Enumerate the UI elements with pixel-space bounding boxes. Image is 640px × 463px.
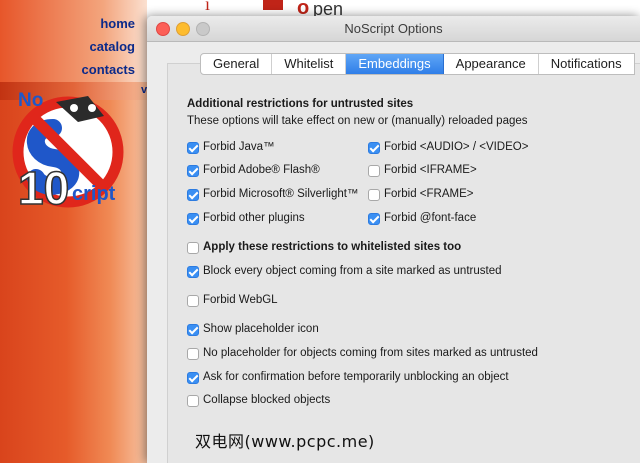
forbid-other-plugins-checkbox[interactable] <box>187 213 199 225</box>
tab-whitelist[interactable]: Whitelist <box>272 54 347 74</box>
forbid-font-face-checkbox[interactable] <box>368 213 380 225</box>
section-description: These options will take effect on new or… <box>187 115 528 127</box>
section-heading: Additional restrictions for untrusted si… <box>187 98 414 110</box>
tab-notifications[interactable]: Notifications <box>539 54 634 74</box>
block-untrusted-objects-checkbox[interactable] <box>187 266 199 278</box>
site-navigation: home catalog contacts <box>82 12 135 81</box>
nav-link-catalog[interactable]: catalog <box>82 35 135 58</box>
nav-link-home[interactable]: home <box>82 12 135 35</box>
collapse-blocked-checkbox[interactable] <box>187 395 199 407</box>
no-placeholder-untrusted-checkbox[interactable] <box>187 348 199 360</box>
forbid-iframe-label: Forbid <IFRAME> <box>384 164 477 176</box>
logo-text-no: No <box>18 90 43 111</box>
tab-appearance[interactable]: Appearance <box>444 54 539 74</box>
show-placeholder-icon-checkbox[interactable] <box>187 324 199 336</box>
options-tab-bar: General Whitelist Embeddings Appearance … <box>200 53 635 75</box>
forbid-iframe-checkbox[interactable] <box>368 165 380 177</box>
show-placeholder-icon-label: Show placeholder icon <box>203 323 319 335</box>
confirm-unblock-label: Ask for confirmation before temporarily … <box>203 371 509 383</box>
watermark-text: 双电网(www.pcpc.me) <box>195 432 375 451</box>
logo-text-cript: cript <box>72 183 116 205</box>
tab-general[interactable]: General <box>201 54 273 74</box>
apply-to-whitelisted-label: Apply these restrictions to whitelisted … <box>203 241 462 253</box>
window-title: NoScript Options <box>344 21 443 36</box>
tab-embeddings[interactable]: Embeddings <box>346 54 444 74</box>
block-untrusted-objects-label: Block every object coming from a site ma… <box>203 265 502 277</box>
forbid-frame-label: Forbid <FRAME> <box>384 188 474 200</box>
forbid-audio-video-checkbox[interactable] <box>368 142 380 154</box>
confirm-unblock-checkbox[interactable] <box>187 372 199 384</box>
svg-text:i: i <box>205 0 210 14</box>
forbid-java-label: Forbid Java™ <box>203 141 275 153</box>
collapse-blocked-label: Collapse blocked objects <box>203 394 331 406</box>
forbid-flash-label: Forbid Adobe® Flash® <box>203 164 320 176</box>
forbid-frame-checkbox[interactable] <box>368 189 380 201</box>
forbid-silverlight-label: Forbid Microsoft® Silverlight™ <box>203 188 359 200</box>
window-titlebar[interactable]: NoScript Options <box>147 16 640 42</box>
nav-link-contacts[interactable]: contacts <box>82 58 135 81</box>
no-placeholder-untrusted-label: No placeholder for objects coming from s… <box>203 347 538 359</box>
forbid-webgl-checkbox[interactable] <box>187 295 199 307</box>
forbid-font-face-label: Forbid @font-face <box>384 212 477 224</box>
forbid-java-checkbox[interactable] <box>187 142 199 154</box>
forbid-webgl-label: Forbid WebGL <box>203 294 278 306</box>
noscript-options-window: NoScript Options General Whitelist Embed… <box>147 16 640 463</box>
logo-text-10: 10 <box>18 162 69 214</box>
noscript-logo: No 10 cript <box>12 90 124 214</box>
forbid-flash-checkbox[interactable] <box>187 165 199 177</box>
apply-to-whitelisted-checkbox[interactable] <box>187 242 199 254</box>
forbid-audio-video-label: Forbid <AUDIO> / <VIDEO> <box>384 141 529 153</box>
forbid-silverlight-checkbox[interactable] <box>187 189 199 201</box>
forbid-other-plugins-label: Forbid other plugins <box>203 212 305 224</box>
